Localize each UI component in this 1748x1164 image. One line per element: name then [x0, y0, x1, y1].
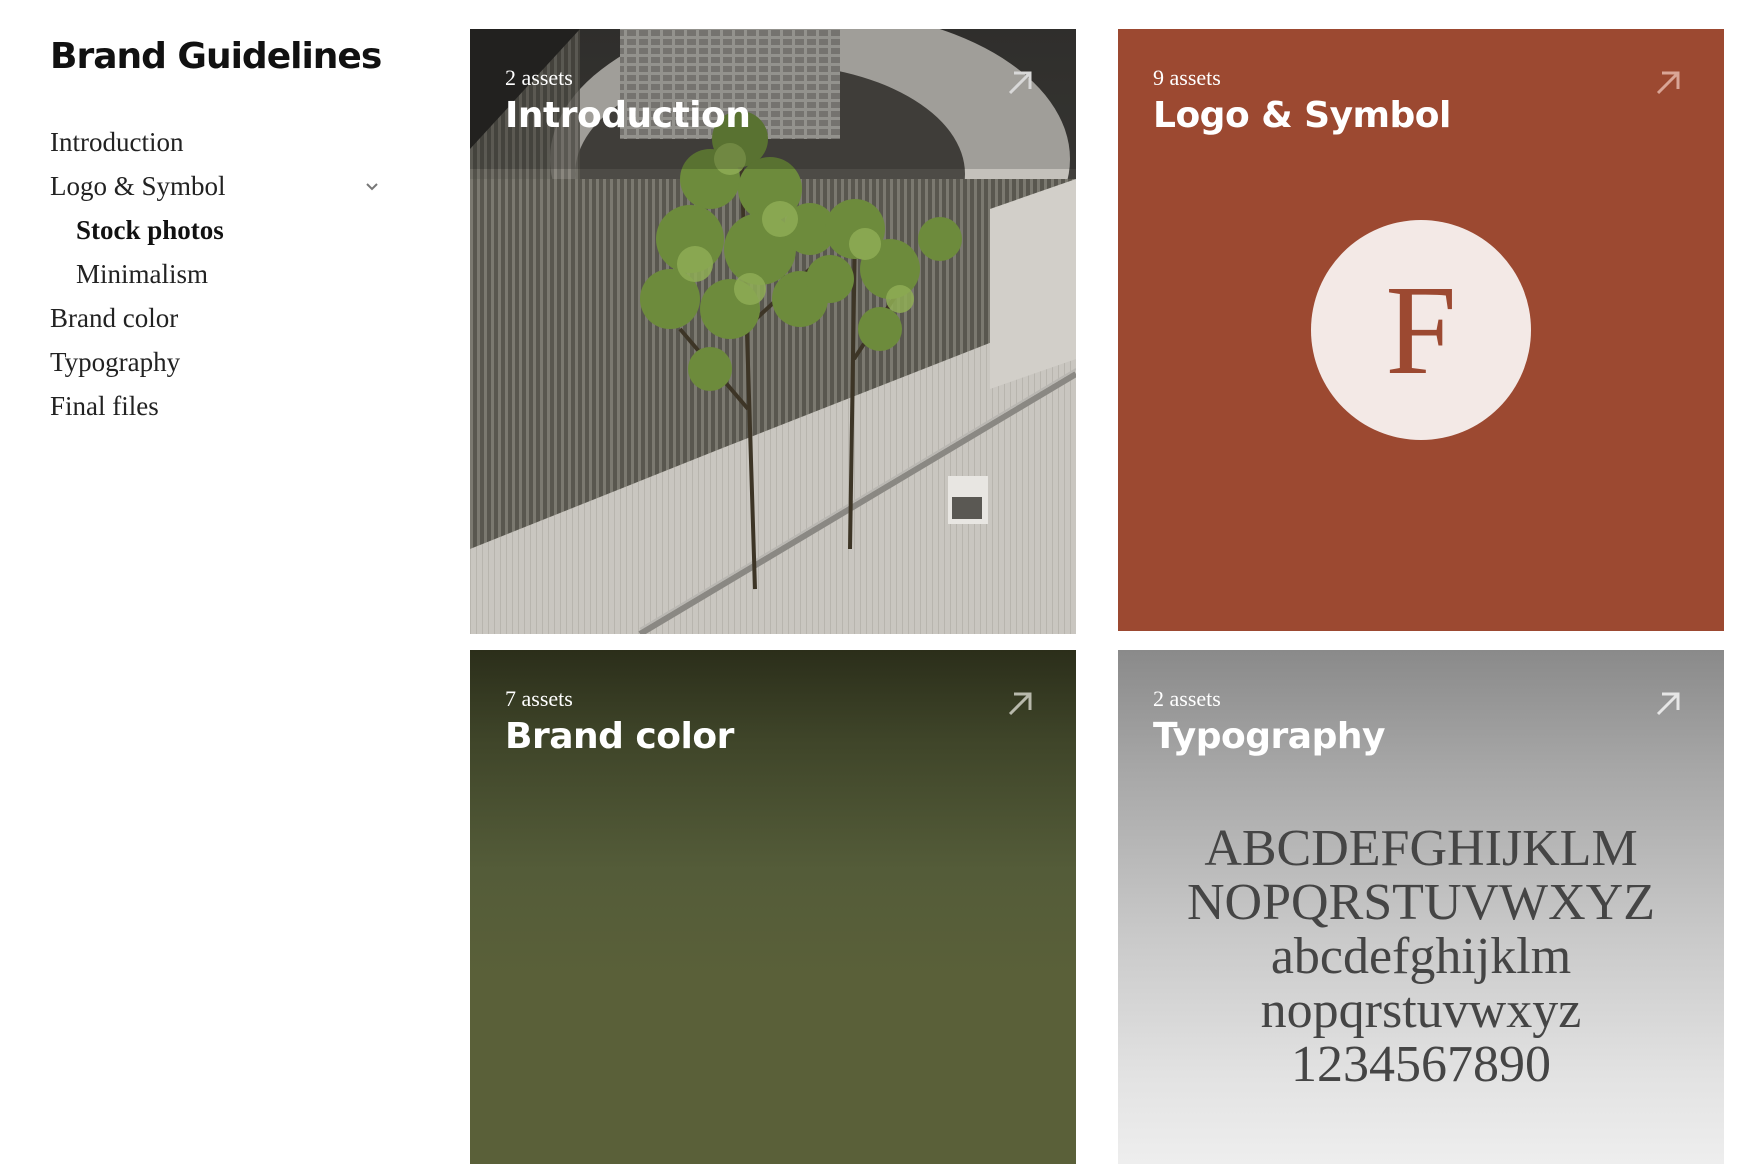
- card-asset-count: 7 assets: [505, 686, 573, 711]
- logo-letter: F: [1385, 259, 1457, 401]
- nav-item-final-files[interactable]: Final files: [50, 384, 380, 428]
- nav-item-brand-color[interactable]: Brand color: [50, 296, 380, 340]
- arrow-up-right-icon[interactable]: [1004, 688, 1036, 720]
- arrow-up-right-icon[interactable]: [1004, 67, 1036, 99]
- nav-item-stock-photos[interactable]: Stock photos: [50, 208, 380, 252]
- nav-item-logo-symbol[interactable]: Logo & Symbol: [50, 164, 380, 208]
- card-asset-count: 2 assets: [1153, 686, 1221, 711]
- nav-item-introduction[interactable]: Introduction: [50, 120, 380, 164]
- card-brand-color[interactable]: 7 assets Brand color: [470, 650, 1076, 1164]
- nav-item-minimalism[interactable]: Minimalism: [50, 252, 380, 296]
- specimen-uppercase-1: ABCDEFGHIJKLM: [1204, 820, 1638, 877]
- specimen-numerals: 1234567890: [1291, 1036, 1551, 1093]
- type-specimen: ABCDEFGHIJKLM NOPQRSTUVWXYZ abcdefghijkl…: [1118, 822, 1724, 1092]
- specimen-lowercase-2: nopqrstuvwxyz: [1260, 982, 1582, 1039]
- card-logo-symbol[interactable]: 9 assets Logo & Symbol F: [1118, 29, 1724, 631]
- arrow-up-right-icon[interactable]: [1652, 67, 1684, 99]
- card-title: Introduction: [505, 95, 751, 136]
- card-title: Brand color: [505, 716, 734, 757]
- sidebar: Brand Guidelines Introduction Logo & Sym…: [0, 0, 440, 1164]
- card-typography[interactable]: 2 assets Typography ABCDEFGHIJKLM NOPQRS…: [1118, 650, 1724, 1164]
- card-asset-count: 9 assets: [1153, 65, 1221, 90]
- nav-item-typography[interactable]: Typography: [50, 340, 380, 384]
- specimen-uppercase-2: NOPQRSTUVWXYZ: [1187, 874, 1655, 931]
- sidebar-nav: Introduction Logo & Symbol Stock photos …: [50, 120, 380, 428]
- chevron-down-icon[interactable]: [364, 178, 380, 194]
- site-title[interactable]: Brand Guidelines: [50, 36, 382, 77]
- arrow-up-right-icon[interactable]: [1652, 688, 1684, 720]
- nav-item-logo-symbol-label: Logo & Symbol: [50, 171, 226, 201]
- card-title: Logo & Symbol: [1153, 95, 1451, 136]
- specimen-lowercase-1: abcdefghijklm: [1270, 928, 1572, 985]
- logo-mark: F: [1311, 220, 1531, 440]
- card-asset-count: 2 assets: [505, 65, 573, 90]
- card-title: Typography: [1153, 716, 1385, 757]
- card-introduction[interactable]: 2 assets Introduction: [470, 29, 1076, 634]
